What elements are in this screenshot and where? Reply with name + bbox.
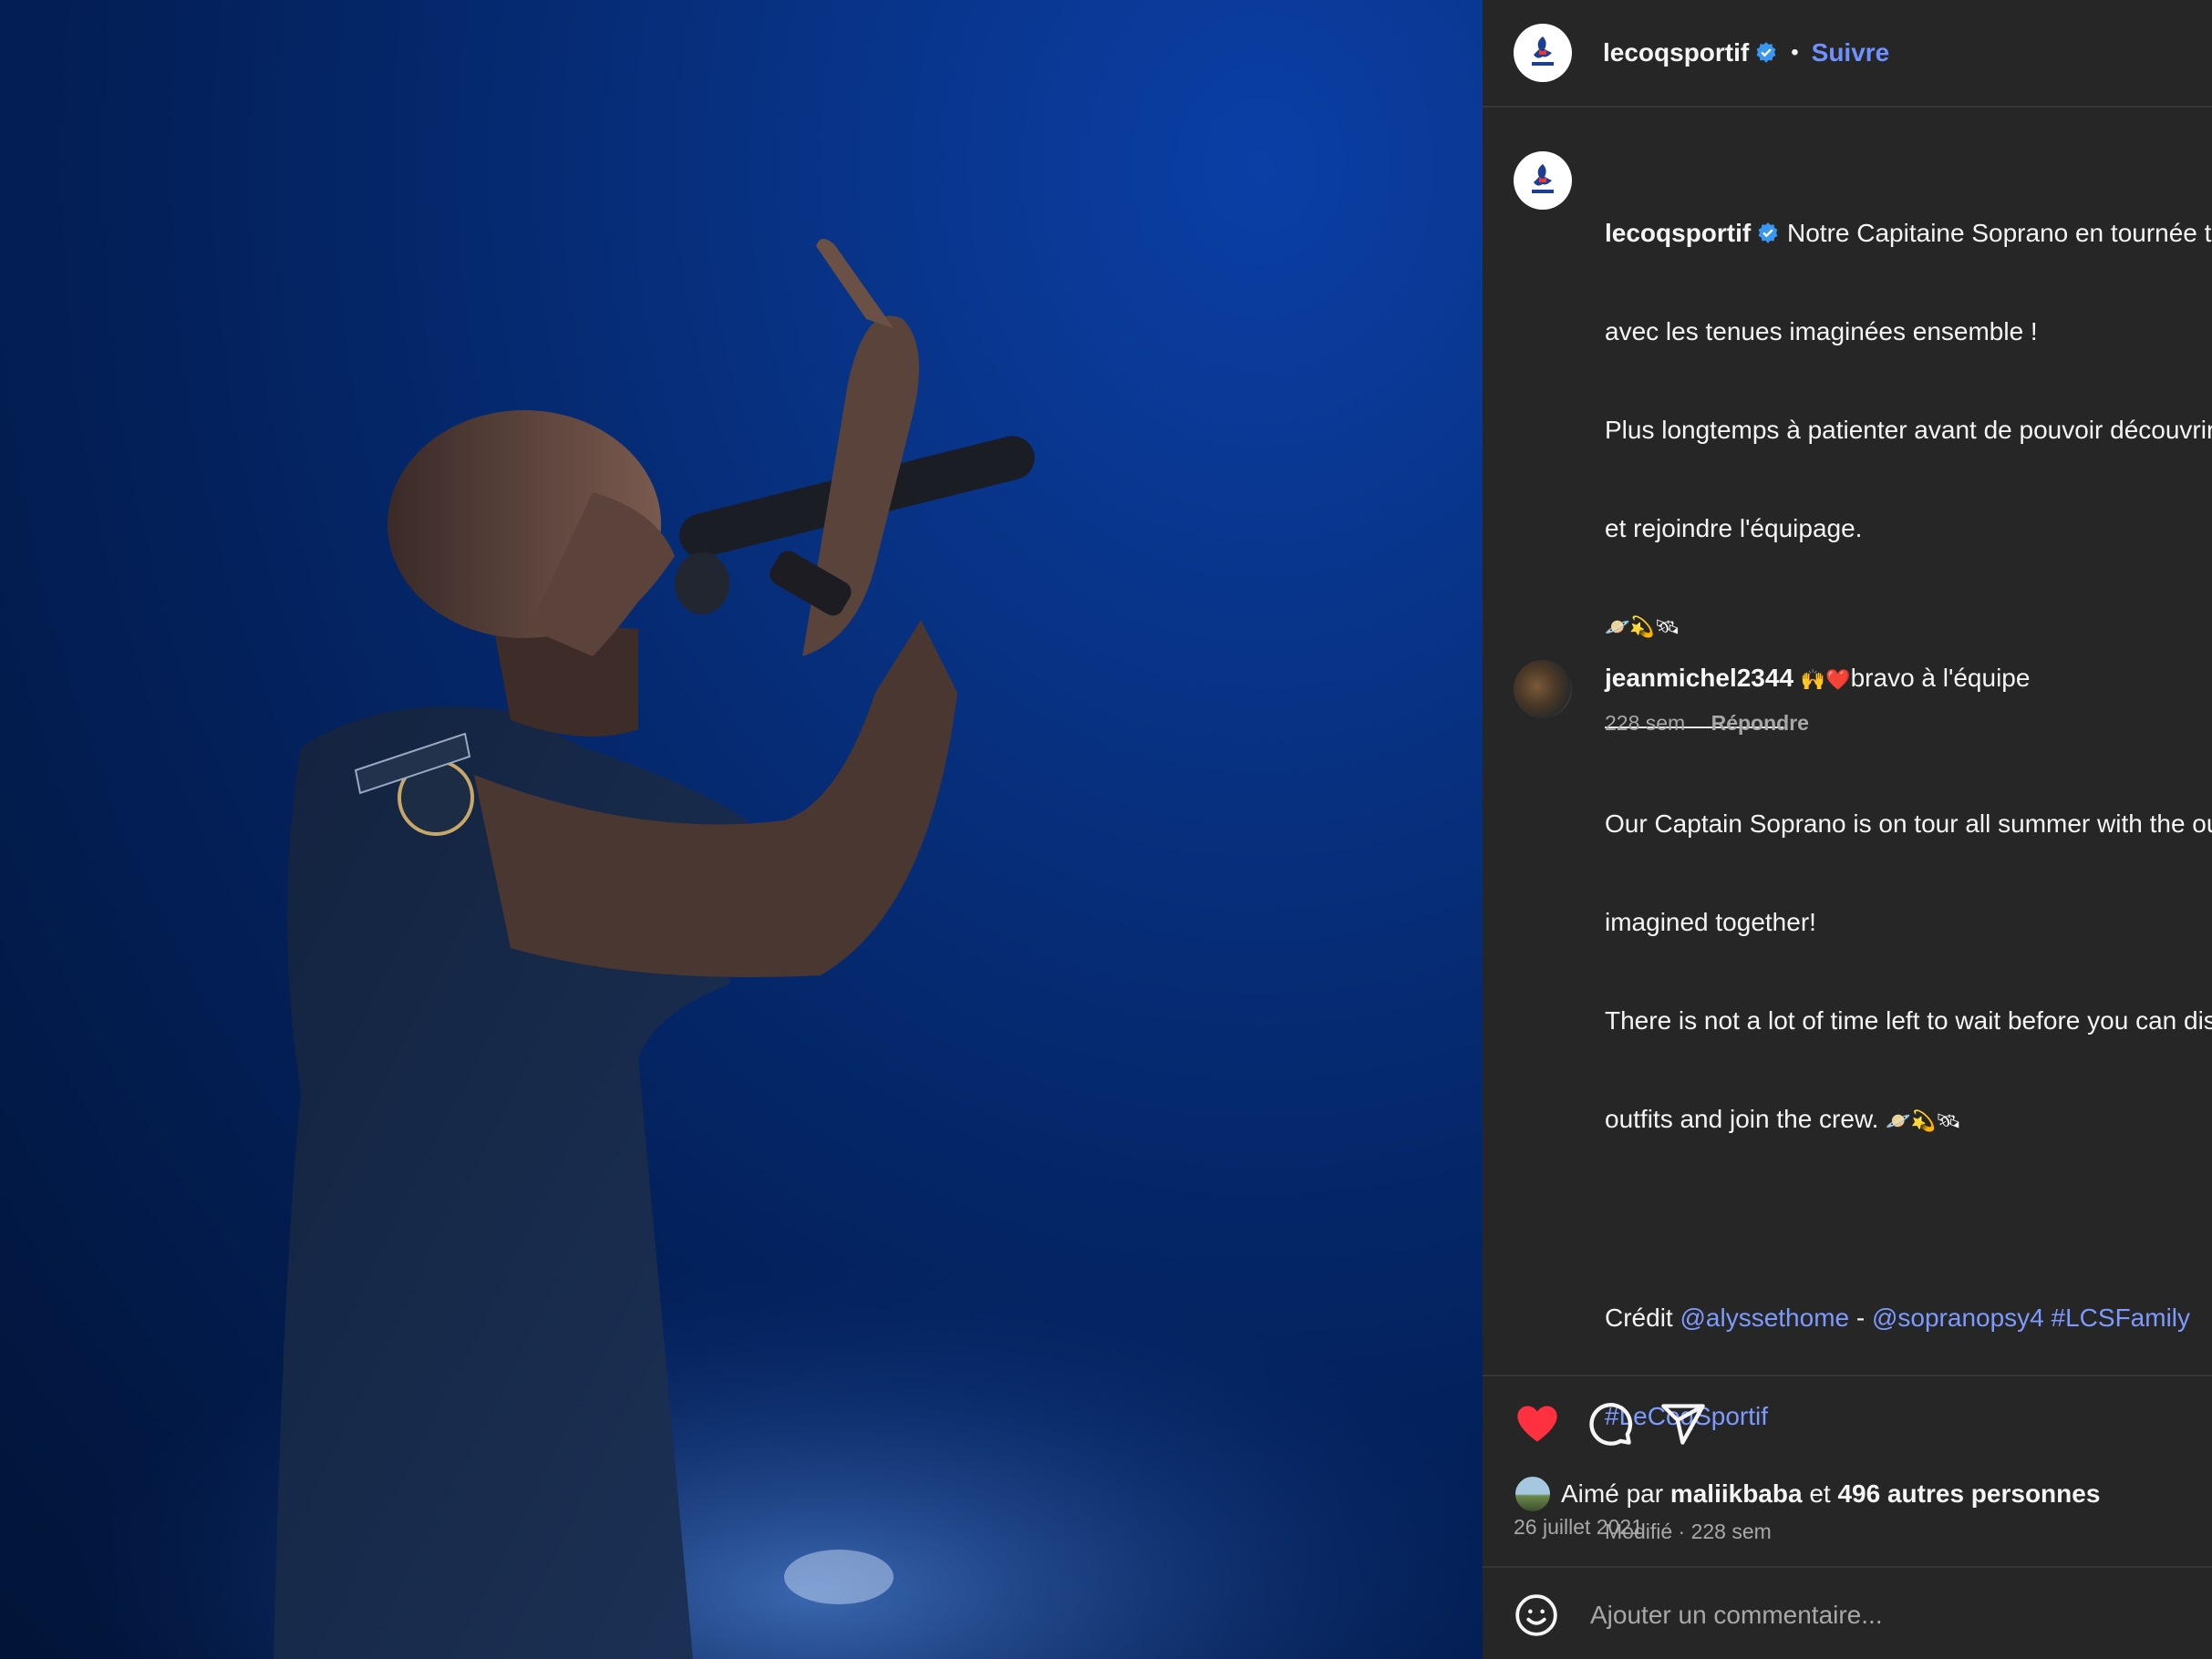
photo-illustration <box>0 238 1483 1659</box>
mention-link[interactable]: @alyssethome <box>1680 1304 1849 1332</box>
caption-line-fr-2: avec les tenues imaginées ensemble ! <box>1605 317 2038 345</box>
commenter-avatar[interactable] <box>1514 660 1572 718</box>
caption-emojis-1: 🪐💫🛰 <box>1605 615 1680 638</box>
credit-label: Crédit <box>1605 1304 1673 1332</box>
mention-link[interactable]: @sopranopsy4 <box>1872 1304 2044 1332</box>
comment-body: bravo à l'équipe <box>1850 664 2031 692</box>
heart-icon[interactable] <box>1514 1400 1561 1448</box>
verified-icon <box>1756 42 1776 63</box>
verified-icon <box>1758 222 1778 243</box>
likes-others[interactable]: 496 autres personnes <box>1837 1476 2100 1512</box>
comment-meta: 228 sem Répondre <box>1605 711 1809 736</box>
caption-line-fr-4: et rejoindre l'équipage. <box>1605 514 1863 542</box>
divider <box>1483 1375 2212 1376</box>
add-comment-bar <box>1514 1590 2188 1641</box>
emoji-icon[interactable] <box>1514 1592 1559 1638</box>
author-username[interactable]: lecoqsportif <box>1603 38 1749 67</box>
rooster-logo-icon <box>1532 36 1554 66</box>
likes-connector: et <box>1809 1479 1831 1508</box>
post-header: lecoqsportif • Suivre <box>1483 0 2212 108</box>
likes-prefix: Aimé par <box>1561 1479 1664 1508</box>
author-avatar[interactable] <box>1514 24 1572 82</box>
caption-line-fr-3: Plus longtemps à patienter avant de pouv… <box>1605 416 2212 444</box>
caption-author-avatar[interactable] <box>1514 151 1572 210</box>
comment-text: jeanmichel2344 🙌❤️bravo à l'équipe <box>1605 660 2207 698</box>
caption-emojis-2: 🪐💫🛰 <box>1886 1109 1961 1132</box>
rooster-logo-icon <box>1532 164 1554 193</box>
caption-line-fr-1: Notre Capitaine Soprano en tournée tout … <box>1787 219 2212 247</box>
likes-summary: Aimé par maliikbaba et 496 autres person… <box>1514 1475 2100 1513</box>
caption-modified: Modifié · 228 sem <box>1605 1520 1772 1543</box>
comment-input[interactable] <box>1588 1600 2139 1631</box>
liker-username[interactable]: maliikbaba <box>1670 1476 1803 1512</box>
action-bar <box>1514 1395 1732 1453</box>
credit-dash: - <box>1855 1304 1866 1332</box>
hashtag-link[interactable]: #LCSFamily <box>2052 1304 2190 1332</box>
liker-avatar[interactable] <box>1514 1475 1552 1513</box>
post-date: 26 juillet 2021 <box>1514 1515 1643 1539</box>
comment-age: 228 sem <box>1605 711 1686 735</box>
post-panel: lecoqsportif • Suivre lecoqsportif Notre… <box>1483 0 2212 1659</box>
caption-line-en-1: Our Captain Soprano is on tour all summe… <box>1605 809 2212 838</box>
separator-dot: • <box>1791 40 1799 65</box>
share-icon[interactable] <box>1659 1400 1707 1448</box>
follow-button[interactable]: Suivre <box>1812 38 1890 67</box>
comment-emojis: 🙌❤️ <box>1800 668 1851 691</box>
post-photo[interactable] <box>0 0 1483 1659</box>
divider <box>1483 1566 2212 1568</box>
caption-line-en-3: There is not a lot of time left to wait … <box>1605 1006 2212 1035</box>
caption-username[interactable]: lecoqsportif <box>1605 219 1751 247</box>
commenter-username[interactable]: jeanmichel2344 <box>1605 664 1793 692</box>
comment-icon[interactable] <box>1587 1400 1634 1448</box>
reply-button[interactable]: Répondre <box>1711 711 1809 735</box>
caption-line-en-2: imagined together! <box>1605 908 1816 936</box>
caption-line-en-4: outfits and join the crew. <box>1605 1105 1879 1133</box>
